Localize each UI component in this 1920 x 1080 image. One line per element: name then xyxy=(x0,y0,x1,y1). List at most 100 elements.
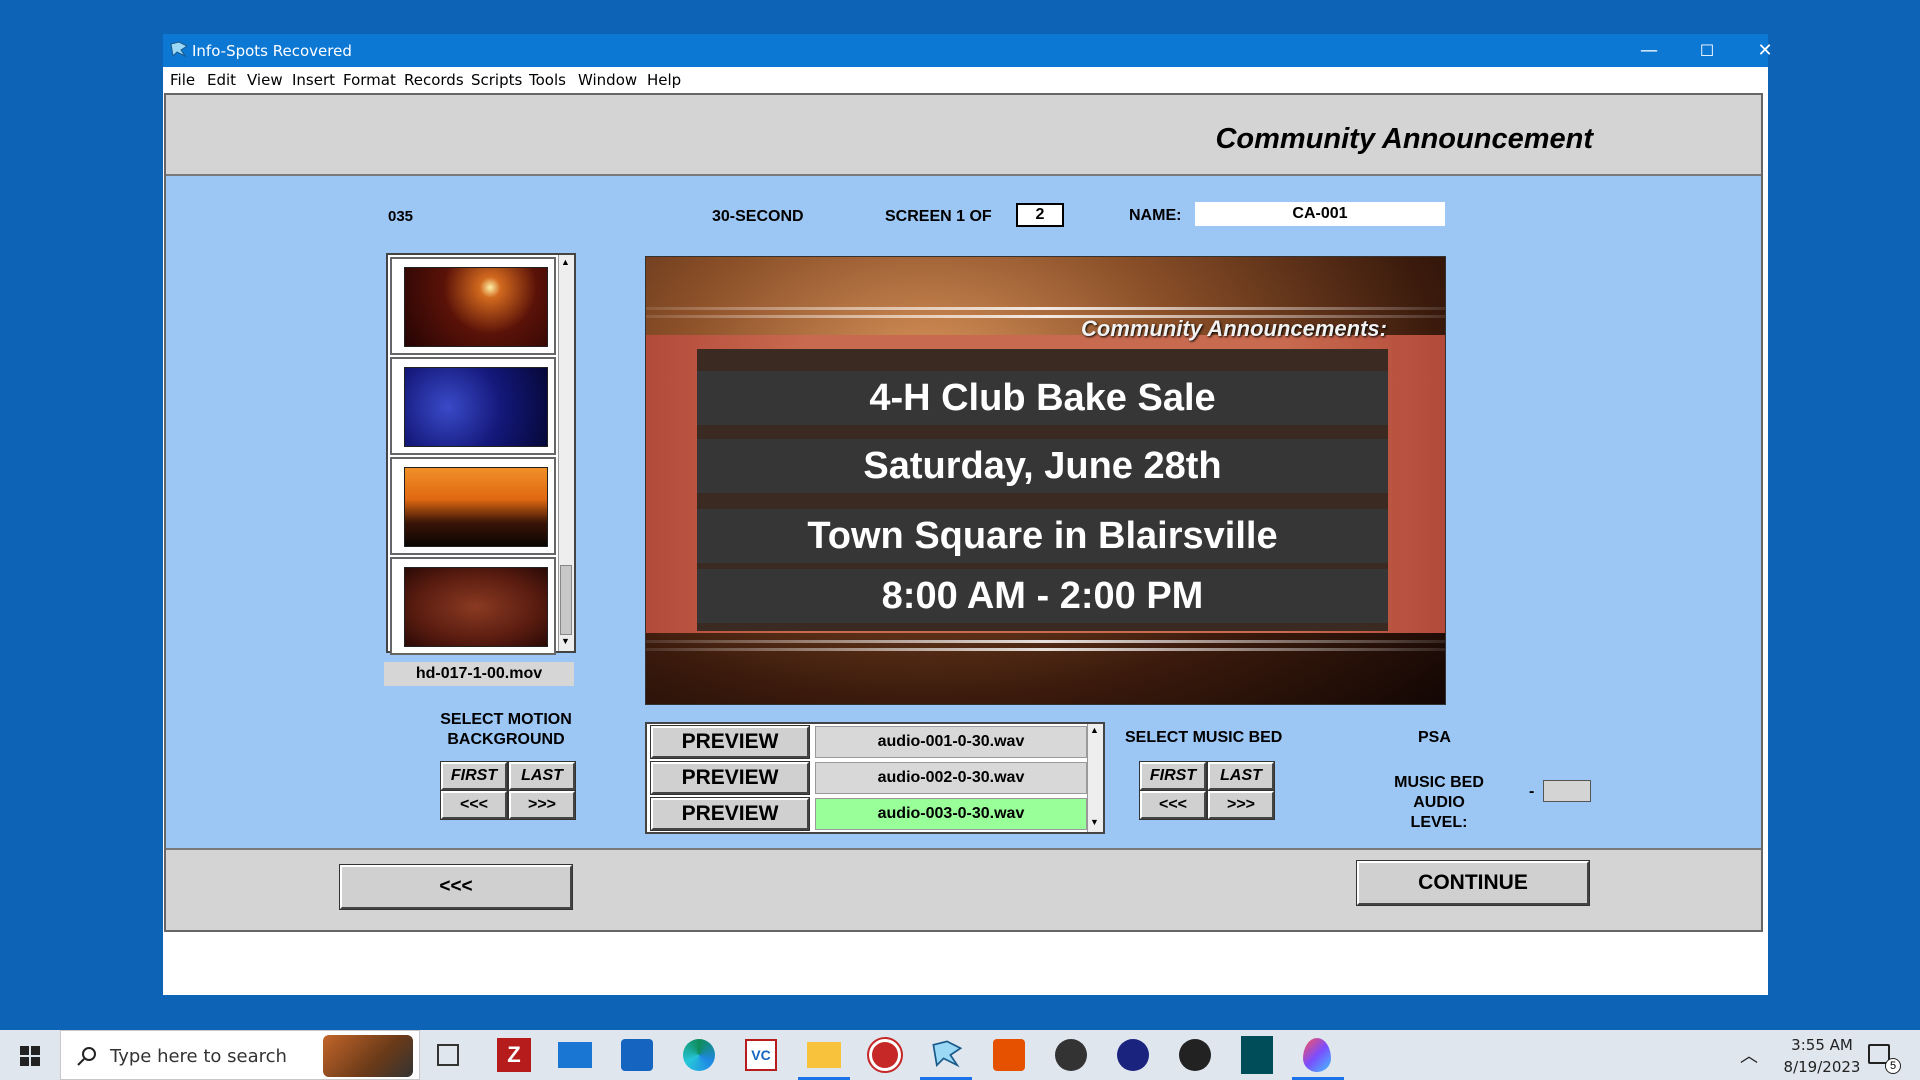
screen-total-field[interactable]: 2 xyxy=(1016,203,1064,227)
decor-stripe xyxy=(646,307,1445,310)
audio-file-3-selected[interactable]: audio-003-0-30.wav xyxy=(815,798,1087,830)
duration-label: 30-SECOND xyxy=(712,208,804,225)
background-prev-button[interactable]: <<< xyxy=(440,790,508,820)
decor-stripe xyxy=(646,640,1445,643)
select-music-bed-label: SELECT MUSIC BED xyxy=(1125,729,1283,746)
name-label: NAME: xyxy=(1129,207,1182,224)
store-icon[interactable] xyxy=(621,1039,653,1071)
thumbnail-sunset-backdrop xyxy=(404,467,548,547)
vc-icon[interactable]: VC xyxy=(745,1039,777,1071)
back-button[interactable]: <<< xyxy=(339,864,573,910)
dot-grid-app-icon[interactable] xyxy=(1117,1039,1149,1071)
minimize-button[interactable]: — xyxy=(1620,34,1678,67)
mail-icon[interactable] xyxy=(558,1042,592,1068)
book-app-icon[interactable] xyxy=(1241,1036,1273,1074)
clock-date: 8/19/2023 xyxy=(1783,1058,1861,1076)
music-last-button[interactable]: LAST xyxy=(1207,761,1275,791)
scroll-down-icon[interactable]: ▼ xyxy=(1090,817,1099,827)
music-prev-button[interactable]: <<< xyxy=(1139,790,1207,820)
app-icon xyxy=(170,41,188,58)
thumbnail-cell[interactable] xyxy=(390,357,556,455)
preview-line-3: Town Square in Blairsville xyxy=(697,509,1388,563)
announcement-preview: Community Announcements: 4-H Club Bake S… xyxy=(645,256,1446,705)
thumbnail-cell[interactable] xyxy=(390,257,556,355)
music-bed-audio-level-label: MUSIC BED AUDIO LEVEL: xyxy=(1394,774,1484,831)
menu-edit[interactable]: Edit xyxy=(207,71,236,89)
menu-file[interactable]: File xyxy=(170,71,195,89)
window-title: Info-Spots Recovered xyxy=(192,42,352,60)
menu-view[interactable]: View xyxy=(247,71,283,89)
scroll-thumb[interactable] xyxy=(560,565,572,635)
drop-app-icon[interactable] xyxy=(1303,1038,1331,1072)
audio-scrollbar[interactable]: ▲ ▼ xyxy=(1087,724,1103,832)
search-placeholder: Type here to search xyxy=(110,1046,287,1067)
music-first-button[interactable]: FIRST xyxy=(1139,761,1207,791)
background-thumbnail-list[interactable]: ▲ ▼ xyxy=(386,253,576,655)
info-spots-icon[interactable] xyxy=(930,1038,964,1072)
background-last-button[interactable]: LAST xyxy=(508,761,576,791)
globe-app-icon[interactable] xyxy=(1055,1039,1087,1071)
clock-time: 3:55 AM xyxy=(1791,1036,1853,1054)
preview-audio-1-button[interactable]: PREVIEW xyxy=(650,725,810,759)
name-field[interactable]: CA-001 xyxy=(1195,202,1445,226)
menu-insert[interactable]: Insert xyxy=(292,71,335,89)
chevron-up-icon[interactable]: ︿ xyxy=(1740,1042,1758,1068)
audio-level-field[interactable] xyxy=(1543,780,1591,802)
close-button[interactable]: ✕ xyxy=(1736,34,1794,67)
maximize-button[interactable]: ☐ xyxy=(1678,34,1736,67)
thumbnail-red-backdrop xyxy=(404,267,548,347)
circle-app-icon[interactable] xyxy=(867,1037,903,1073)
layout-panel: Community Announcement 035 30-SECOND SCR… xyxy=(164,93,1763,932)
preview-audio-2-button[interactable]: PREVIEW xyxy=(650,761,810,795)
background-first-button[interactable]: FIRST xyxy=(440,761,508,791)
continue-button[interactable]: CONTINUE xyxy=(1356,860,1590,906)
background-next-button[interactable]: >>> xyxy=(508,790,576,820)
menu-bar: File Edit View Insert Format Records Scr… xyxy=(163,67,1768,92)
page-title: Community Announcement xyxy=(1215,123,1593,155)
menu-records[interactable]: Records xyxy=(404,71,464,89)
screen-label: SCREEN 1 OF xyxy=(885,208,992,225)
task-view-icon[interactable] xyxy=(437,1044,459,1066)
menu-tools[interactable]: Tools xyxy=(529,71,566,89)
thumbnail-cell[interactable] xyxy=(390,457,556,555)
preview-line-1: 4-H Club Bake Sale xyxy=(697,371,1388,425)
file-explorer-icon[interactable] xyxy=(807,1042,841,1068)
audio-file-2[interactable]: audio-002-0-30.wav xyxy=(815,762,1087,794)
music-bed-list[interactable]: PREVIEW audio-001-0-30.wav PREVIEW audio… xyxy=(645,722,1105,834)
obs-icon[interactable] xyxy=(1179,1039,1211,1071)
layout-header: Community Announcement xyxy=(166,95,1761,176)
thumbnail-cell[interactable] xyxy=(390,557,556,655)
notification-count: 5 xyxy=(1885,1058,1901,1074)
menu-format[interactable]: Format xyxy=(343,71,396,89)
thumbnail-blue-backdrop xyxy=(404,367,548,447)
decor-stripe xyxy=(646,648,1445,651)
filezilla-icon[interactable]: Z xyxy=(497,1038,531,1072)
scroll-up-icon[interactable]: ▲ xyxy=(561,257,570,267)
music-next-button[interactable]: >>> xyxy=(1207,790,1275,820)
taskbar: Type here to search Z VC ︿ 3:55 AM 8/19/… xyxy=(0,1030,1920,1080)
scroll-down-icon[interactable]: ▼ xyxy=(561,636,570,646)
menu-help[interactable]: Help xyxy=(647,71,681,89)
scroll-up-icon[interactable]: ▲ xyxy=(1090,725,1099,735)
preview-line-2: Saturday, June 28th xyxy=(697,439,1388,493)
edge-icon[interactable] xyxy=(683,1039,715,1071)
preview-line-4: 8:00 AM - 2:00 PM xyxy=(697,569,1388,623)
search-icon xyxy=(77,1047,96,1066)
search-box[interactable]: Type here to search xyxy=(60,1030,420,1080)
eye-app-icon[interactable] xyxy=(993,1039,1025,1071)
title-bar[interactable]: Info-Spots Recovered — ☐ ✕ xyxy=(163,34,1773,67)
select-motion-background-label: SELECT MOTION BACKGROUND xyxy=(440,711,572,748)
app-window: Info-Spots Recovered — ☐ ✕ File Edit Vie… xyxy=(163,34,1773,995)
audio-file-1[interactable]: audio-001-0-30.wav xyxy=(815,726,1087,758)
windows-start-icon[interactable] xyxy=(20,1046,40,1066)
thumbnail-maroon-backdrop xyxy=(404,567,548,647)
menu-window[interactable]: Window xyxy=(578,71,637,89)
preview-audio-3-button[interactable]: PREVIEW xyxy=(650,797,810,831)
selected-background-file: hd-017-1-00.mov xyxy=(384,662,574,686)
search-highlight-image xyxy=(323,1035,413,1077)
menu-scripts[interactable]: Scripts xyxy=(471,71,522,89)
thumbnail-scrollbar[interactable]: ▲ ▼ xyxy=(558,255,574,651)
preview-header: Community Announcements: xyxy=(1081,316,1387,341)
psa-label: PSA xyxy=(1418,729,1451,746)
record-number: 035 xyxy=(388,208,414,225)
